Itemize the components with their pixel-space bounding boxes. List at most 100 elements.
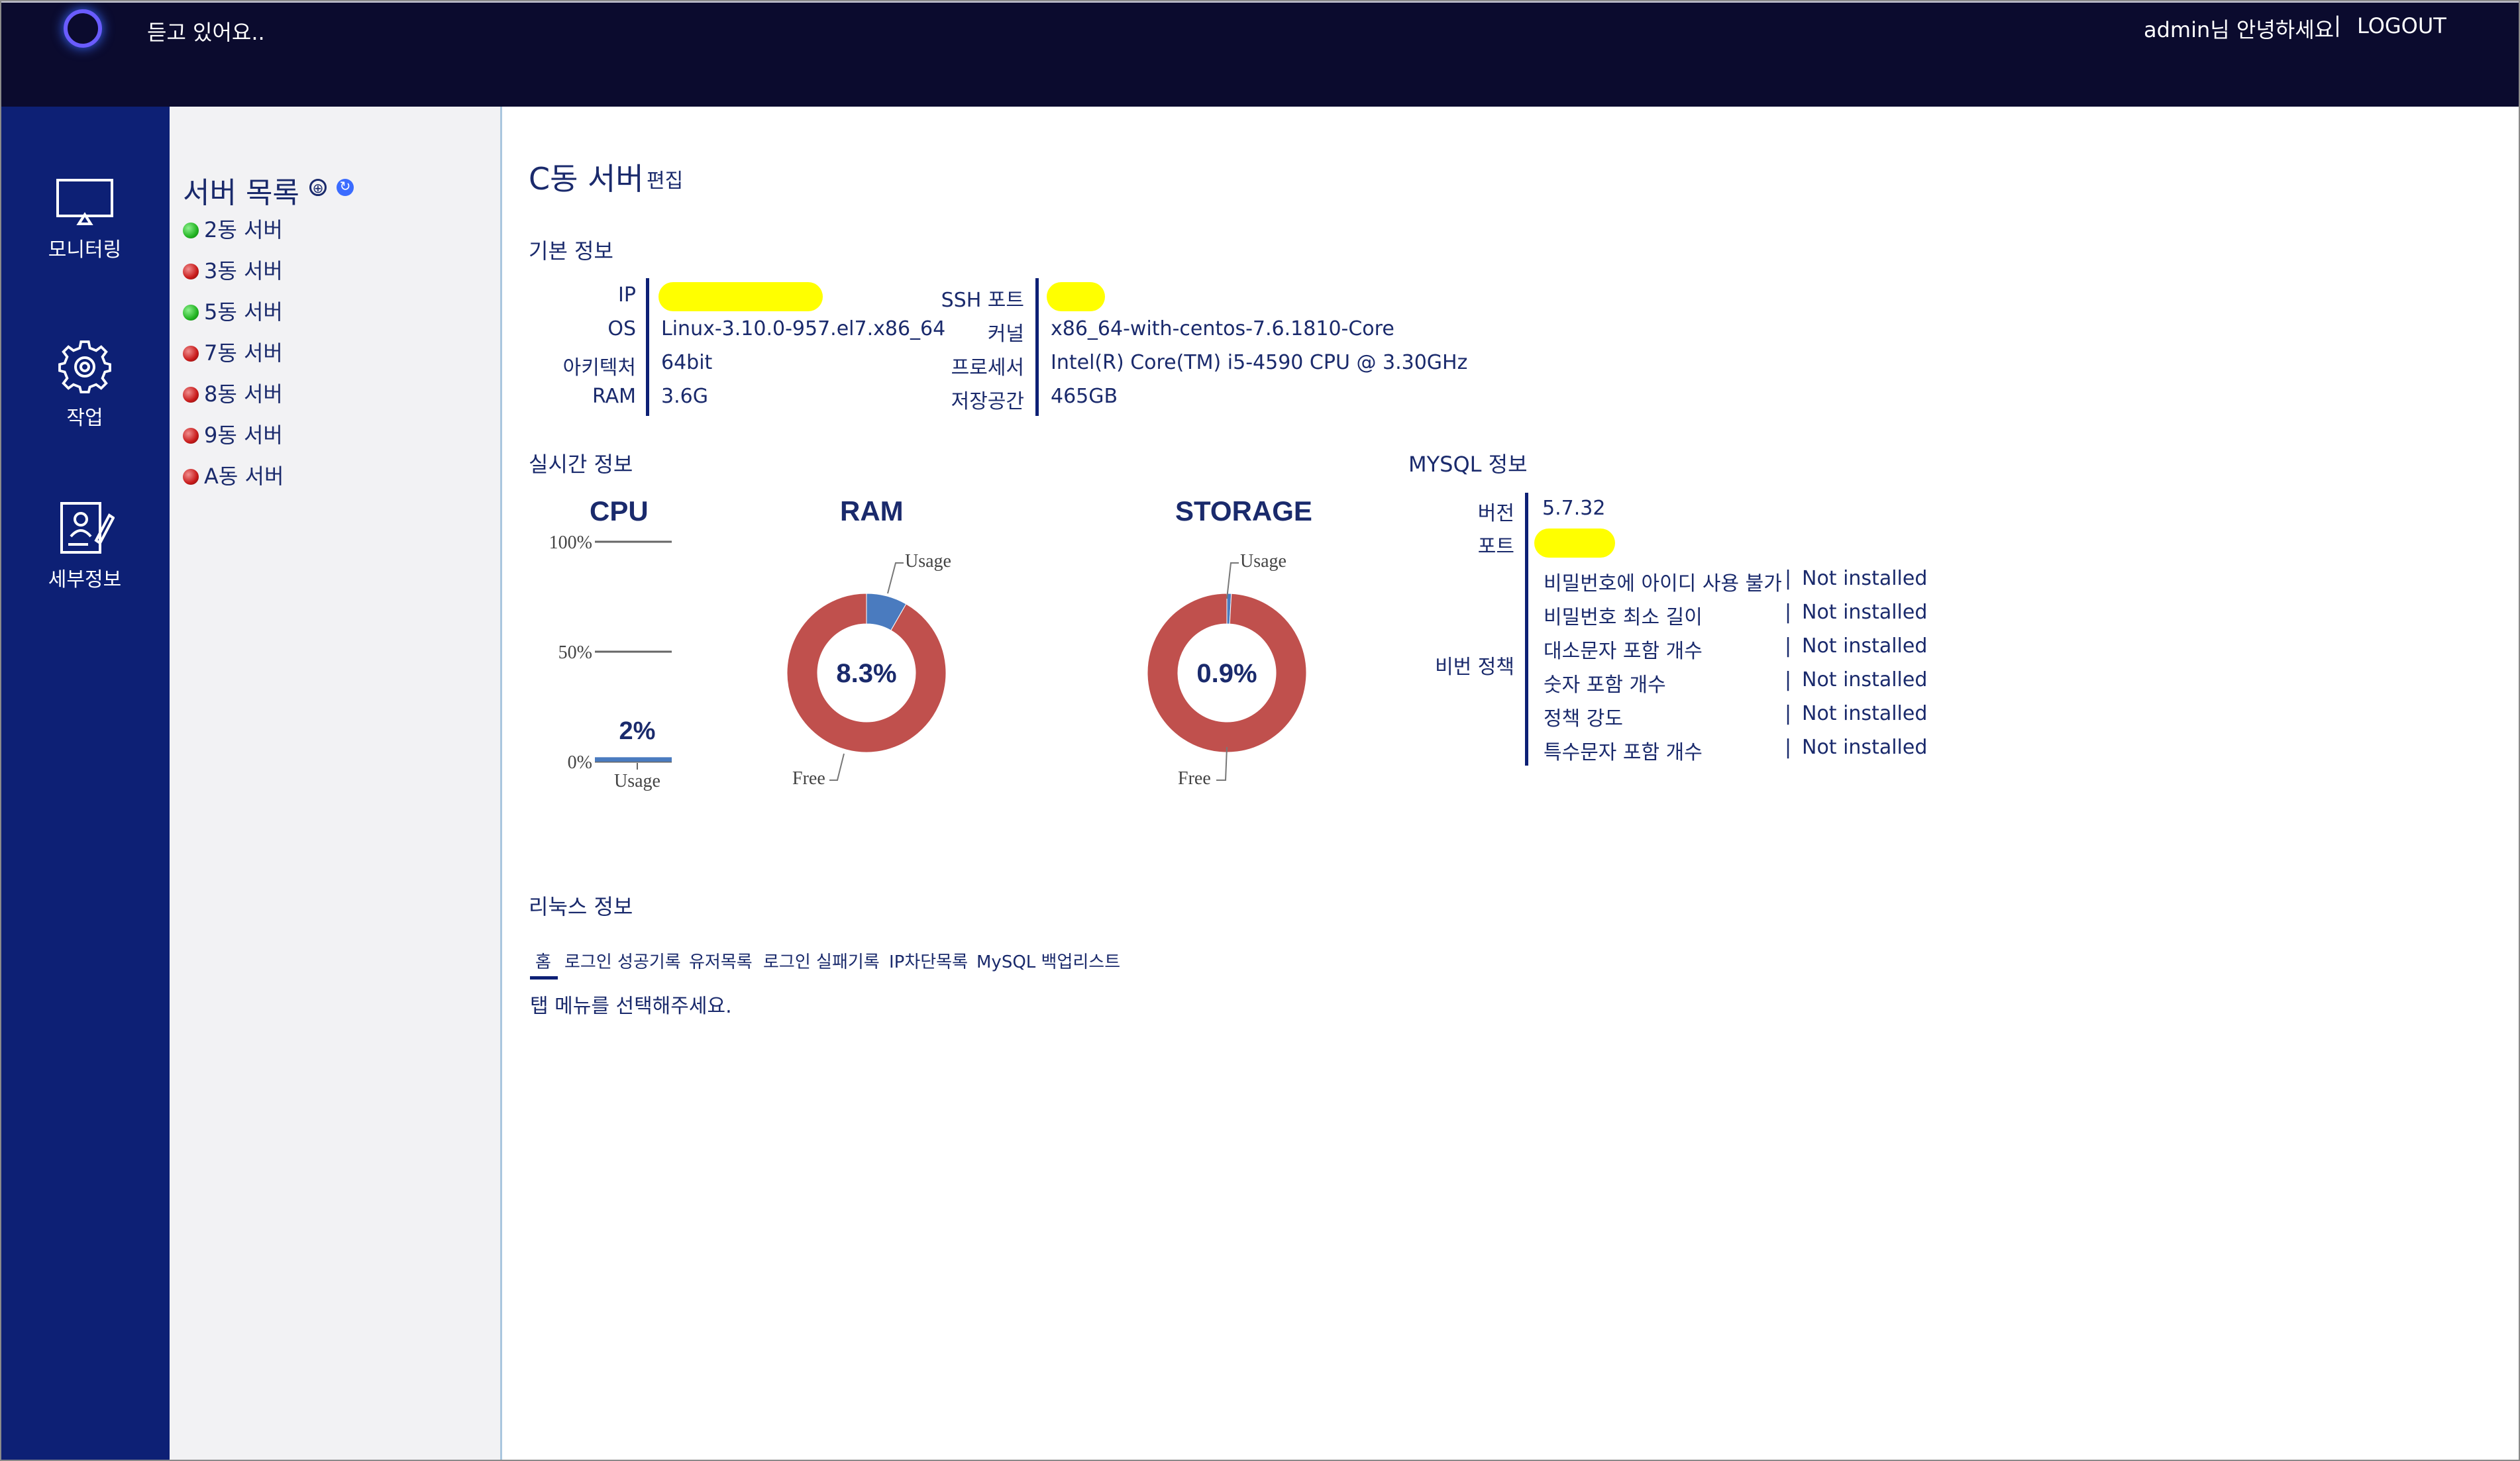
- server-list-item[interactable]: 8동 서버: [183, 378, 283, 408]
- cpu-tick-label-100: 100%: [549, 532, 592, 553]
- mysql-port-label: 포트: [1477, 535, 1514, 558]
- nav-item-label: 세부정보: [48, 568, 122, 591]
- os-value: Linux-3.10.0-957.el7.x86_64: [661, 317, 946, 340]
- cpu-usage-bar: [595, 757, 672, 762]
- ram-chart-title: RAM: [840, 495, 904, 527]
- policy-value: Not installed: [1802, 567, 1928, 590]
- policy-value: Not installed: [1802, 601, 1928, 624]
- offline-status-icon: [183, 428, 199, 444]
- server-name: 5동 서버: [204, 299, 283, 325]
- user-greeting: admin님 안녕하세요: [2144, 17, 2335, 42]
- server-list-item[interactable]: A동 서버: [183, 460, 284, 490]
- server-name: 8동 서버: [204, 381, 283, 407]
- tab-home[interactable]: 홈: [535, 948, 551, 973]
- cpu-chart-title: CPU: [590, 495, 649, 527]
- assistant-logo-icon[interactable]: [64, 9, 102, 48]
- tab-login-failure[interactable]: 로그인 실패기록: [763, 948, 880, 973]
- mysql-divider: [1525, 493, 1528, 766]
- policy-separator: |: [1785, 601, 1792, 624]
- storage-chart-title: STORAGE: [1175, 495, 1312, 527]
- policy-value: Not installed: [1802, 634, 1928, 658]
- basic-info-divider-left: [646, 278, 649, 416]
- policy-separator: |: [1785, 567, 1792, 590]
- policy-value: Not installed: [1802, 736, 1928, 759]
- ram-label: RAM: [592, 385, 636, 408]
- policy-name: 특수문자 포함 개수: [1544, 741, 1703, 764]
- tab-content-message: 탭 메뉴를 선택해주세요.: [530, 995, 732, 1018]
- offline-status-icon: [183, 387, 199, 403]
- kernel-value: x86_64-with-centos-7.6.1810-Core: [1051, 317, 1394, 340]
- storage-value: 465GB: [1051, 385, 1118, 408]
- ram-free-leader-line: [829, 753, 845, 781]
- cpu-value-label: 2%: [619, 717, 656, 745]
- server-name: 3동 서버: [204, 258, 283, 283]
- cpu-tick-label-50: 50%: [558, 642, 592, 663]
- server-list-item[interactable]: 9동 서버: [183, 419, 283, 449]
- top-bar: [0, 0, 2520, 107]
- linux-info-heading: 리눅스 정보: [529, 894, 633, 919]
- server-list-item[interactable]: 3동 서버: [183, 254, 283, 285]
- offline-status-icon: [183, 346, 199, 362]
- tab-user-list[interactable]: 유저목록: [689, 948, 753, 973]
- policy-separator: |: [1785, 702, 1792, 725]
- logout-link[interactable]: LOGOUT: [2357, 13, 2446, 38]
- ram-usage-label: Usage: [905, 551, 951, 572]
- storage-donut-chart: 0.9% Usage Free: [1147, 551, 1307, 789]
- ram-usage-leader-line: [887, 562, 904, 594]
- server-list-title: 서버 목록: [183, 176, 299, 210]
- policy-value: Not installed: [1802, 702, 1928, 725]
- realtime-info-heading: 실시간 정보: [529, 452, 633, 477]
- header-separator: |: [2334, 12, 2341, 37]
- storage-usage-label: Usage: [1240, 551, 1286, 572]
- server-name: 9동 서버: [204, 423, 283, 448]
- add-server-icon[interactable]: ⊕: [309, 179, 327, 196]
- server-name: A동 서버: [204, 464, 284, 489]
- kernel-label: 커널: [987, 323, 1024, 346]
- mysql-version-value: 5.7.32: [1542, 497, 1606, 520]
- refresh-icon[interactable]: ↻: [337, 179, 354, 196]
- policy-name: 비밀번호에 아이디 사용 불가: [1544, 572, 1782, 595]
- ram-value: 3.6G: [661, 385, 708, 408]
- basic-info-divider-right: [1035, 278, 1039, 416]
- server-name: 2동 서버: [204, 217, 283, 242]
- ip-value-redacted: [658, 282, 823, 311]
- server-list-item[interactable]: 5동 서버: [183, 295, 283, 326]
- nav-item-monitoring[interactable]: 모니터링: [0, 177, 170, 262]
- ssh-port-value-redacted: [1047, 282, 1105, 311]
- ram-center-label: 8.3%: [836, 659, 896, 688]
- basic-info-heading: 기본 정보: [529, 238, 613, 264]
- cpu-tick-label-0: 0%: [568, 752, 592, 773]
- ssh-port-label: SSH 포트: [941, 289, 1024, 312]
- tab-login-success[interactable]: 로그인 성공기록: [564, 948, 681, 973]
- password-policy-label: 비번 정책: [1435, 656, 1514, 679]
- server-list-item[interactable]: 7동 서버: [183, 336, 283, 367]
- cpu-x-label: Usage: [614, 771, 660, 791]
- tab-mysql-backup-list[interactable]: MySQL 백업리스트: [976, 948, 1120, 973]
- policy-name: 숫자 포함 개수: [1544, 674, 1666, 697]
- policy-separator: |: [1785, 634, 1792, 658]
- ram-free-label: Free: [792, 768, 825, 789]
- offline-status-icon: [183, 469, 199, 485]
- online-status-icon: [183, 305, 199, 321]
- nav-item-tasks[interactable]: 작업: [0, 339, 170, 430]
- policy-name: 비밀번호 최소 길이: [1544, 606, 1703, 629]
- gear-icon: [58, 340, 111, 393]
- policy-separator: |: [1785, 668, 1792, 691]
- nav-item-label: 작업: [66, 407, 103, 430]
- processor-value: Intel(R) Core(TM) i5-4590 CPU @ 3.30GHz: [1051, 351, 1468, 374]
- page-title: C동 서버: [529, 161, 644, 197]
- monitor-icon: [56, 179, 113, 225]
- server-list-item[interactable]: 2동 서버: [183, 213, 283, 244]
- policy-value: Not installed: [1802, 668, 1928, 691]
- mysql-info-heading: MYSQL 정보: [1408, 452, 1528, 477]
- tab-ip-block-list[interactable]: IP차단목록: [889, 948, 968, 973]
- mysql-port-value-redacted: [1534, 529, 1615, 558]
- left-nav: [0, 107, 170, 1461]
- storage-label: 저장공간: [951, 390, 1024, 413]
- server-name: 7동 서버: [204, 340, 283, 366]
- nav-item-details[interactable]: 세부정보: [0, 501, 170, 592]
- offline-status-icon: [183, 264, 199, 279]
- mysql-version-label: 버전: [1477, 502, 1514, 525]
- arch-label: 아키텍처: [562, 356, 636, 379]
- edit-link[interactable]: 편집: [647, 164, 683, 193]
